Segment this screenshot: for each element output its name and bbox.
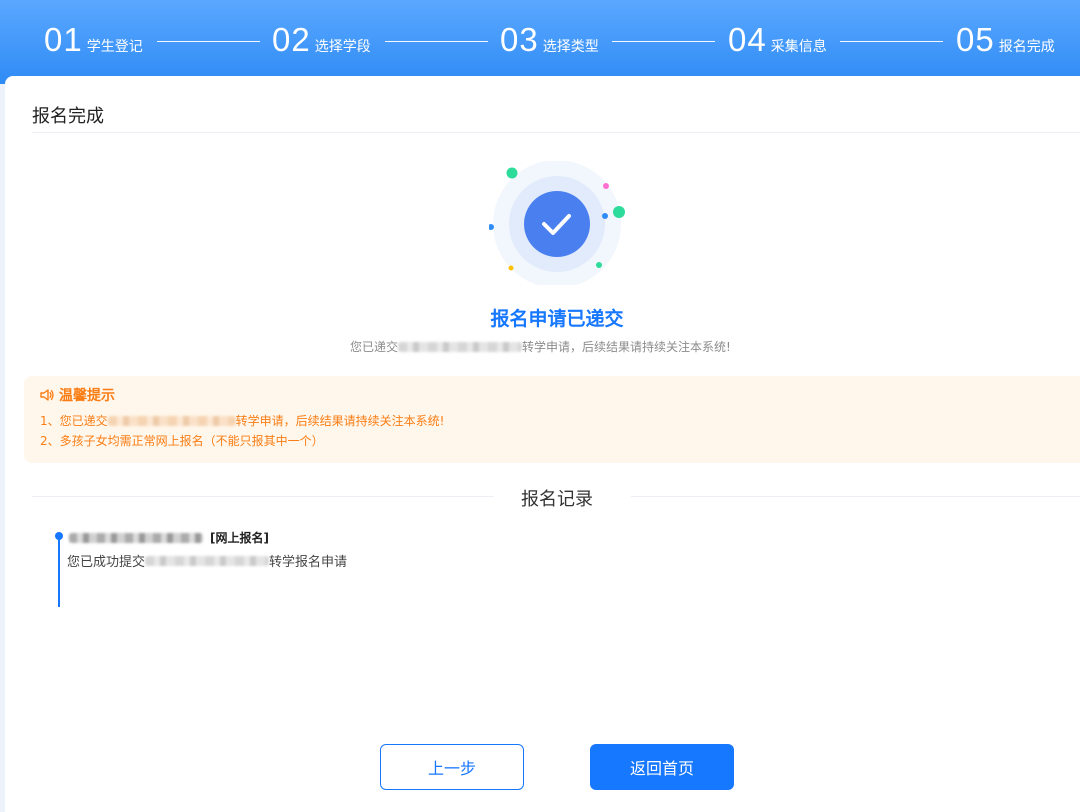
main-panel: 报名完成 报名申请已递交 您已递交 转学申请，后续结果请持续关注本系统! 温馨提… (5, 76, 1080, 812)
step-label: 选择学段 (314, 39, 371, 55)
tip-line-1-suffix: 转学申请，后续结果请持续关注本系统! (235, 414, 445, 428)
return-home-button[interactable]: 返回首页 (590, 744, 734, 790)
page-title: 报名完成 (32, 106, 104, 127)
step-number: 04 (728, 21, 767, 58)
desc-prefix: 您已递交 (350, 340, 399, 354)
step-connector (840, 41, 943, 42)
timeline-dot (55, 532, 63, 540)
record-body-prefix: 您已成功提交 (67, 555, 146, 570)
step-1: 01 学生登记 (44, 20, 143, 60)
redacted-text (398, 341, 523, 352)
step-2: 02 选择学段 (272, 20, 371, 60)
step-label: 采集信息 (770, 39, 827, 55)
step-connector (385, 41, 488, 42)
step-number: 05 (956, 21, 995, 58)
speaker-icon (40, 389, 54, 401)
redacted-text (145, 555, 270, 566)
tip-title: 温馨提示 (40, 385, 115, 405)
tip-line-2: 2、多孩子女均需正常网上报名（不能只报其中一个） (40, 434, 324, 448)
record-tag: [网上报名] (210, 531, 269, 545)
tip-box: 温馨提示 1、您已递交 转学申请，后续结果请持续关注本系统! 2、多孩子女均需正… (24, 376, 1080, 463)
timeline-line (58, 537, 60, 607)
step-label: 选择类型 (542, 39, 599, 55)
step-3: 03 选择类型 (500, 20, 599, 60)
step-4: 04 采集信息 (728, 20, 827, 60)
step-connector (157, 41, 260, 42)
step-number: 02 (272, 21, 311, 58)
records-title: 报名记录 (521, 489, 593, 510)
tip-line-1: 1、您已递交 转学申请，后续结果请持续关注本系统! (40, 412, 444, 429)
redacted-text (107, 415, 236, 426)
desc-suffix: 转学申请，后续结果请持续关注本系统! (522, 340, 731, 354)
divider (32, 132, 1080, 133)
divider (631, 496, 1080, 497)
step-number: 03 (500, 21, 539, 58)
previous-step-button[interactable]: 上一步 (380, 744, 524, 790)
step-bar: 01 学生登记 02 选择学段 03 选择类型 04 采集信息 05 报名完成 (0, 0, 1080, 84)
redacted-timestamp (69, 532, 203, 543)
step-label: 报名完成 (998, 39, 1055, 55)
record-body-suffix: 转学报名申请 (269, 555, 348, 570)
tip-line-1-prefix: 1、您已递交 (40, 414, 108, 428)
success-title: 报名申请已递交 (490, 308, 624, 330)
step-label: 学生登记 (86, 39, 143, 55)
step-connector (612, 41, 715, 42)
success-check-icon (489, 161, 625, 285)
step-number: 01 (44, 21, 83, 58)
step-5: 05 报名完成 (956, 20, 1055, 60)
tip-title-text: 温馨提示 (59, 388, 115, 404)
success-description: 您已递交 转学申请，后续结果请持续关注本系统! (350, 338, 731, 355)
record-header: [网上报名] (69, 529, 269, 546)
record-body: 您已成功提交 转学报名申请 (67, 551, 347, 570)
